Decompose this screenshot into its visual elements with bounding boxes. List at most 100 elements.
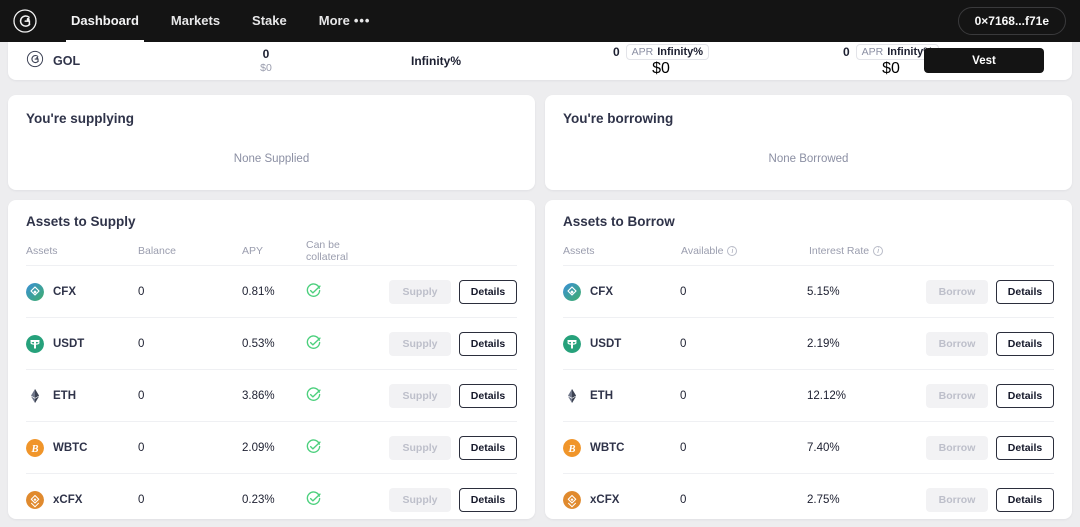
- cfx-token-icon: [26, 283, 44, 301]
- nav-item-label: Stake: [252, 13, 287, 28]
- gol-apr-usd: $0: [652, 60, 670, 78]
- wallet-address-button[interactable]: 0×7168...f71e: [958, 7, 1066, 35]
- gol-balance-cell: 0 $0: [206, 47, 326, 75]
- gol-apr-chip: APR Infinity%: [626, 44, 709, 60]
- nav-item-label: Markets: [171, 13, 220, 28]
- supply-details-button[interactable]: Details: [459, 384, 517, 408]
- borrow-asset-cell: xCFX: [563, 491, 680, 509]
- supply-asset-cell: CFX: [26, 283, 138, 301]
- assets-to-supply-card: Assets to Supply Assets Balance APY Can …: [8, 200, 535, 519]
- nav-item-more[interactable]: More •••: [303, 0, 387, 42]
- borrow-col-interest-rate-label: Interest Rate: [809, 245, 869, 257]
- svg-text:B: B: [30, 444, 38, 455]
- supply-balance-value: 0: [138, 494, 242, 506]
- supply-details-button[interactable]: Details: [459, 436, 517, 460]
- nav-item-label: More: [319, 13, 350, 28]
- supply-asset-label: xCFX: [53, 494, 82, 506]
- borrow-col-available-label: Available: [681, 245, 723, 257]
- borrow-asset-label: USDT: [590, 338, 621, 350]
- check-circle-icon: [306, 387, 321, 405]
- supply-asset-label: CFX: [53, 286, 76, 298]
- supply-asset-label: WBTC: [53, 442, 88, 454]
- wbtc-token-icon: B: [563, 439, 581, 457]
- supplying-card-title: You're supplying: [26, 111, 517, 126]
- supply-details-button[interactable]: Details: [459, 280, 517, 304]
- borrow-rate-value: 2.19%: [807, 338, 926, 350]
- supply-button[interactable]: Supply: [389, 280, 451, 304]
- supply-apy-value: 3.86%: [242, 390, 306, 402]
- apr-tag: APR: [632, 46, 654, 58]
- check-circle-icon: [306, 335, 321, 353]
- supply-details-button[interactable]: Details: [459, 332, 517, 356]
- collateral-cell: [306, 439, 378, 457]
- table-row: BWBTC07.40%BorrowDetails: [563, 421, 1054, 473]
- cfx-token-icon: [563, 283, 581, 301]
- info-icon[interactable]: i: [727, 246, 737, 256]
- table-row: xCFX02.75%BorrowDetails: [563, 473, 1054, 519]
- assets-to-borrow-card: Assets to Borrow Assets Available i Inte…: [545, 200, 1072, 519]
- borrow-button[interactable]: Borrow: [926, 436, 988, 460]
- borrowing-card-title: You're borrowing: [563, 111, 1054, 126]
- check-circle-icon: [306, 283, 321, 301]
- nav-item-markets[interactable]: Markets: [155, 0, 236, 42]
- borrow-details-button[interactable]: Details: [996, 332, 1054, 356]
- collateral-cell: [306, 387, 378, 405]
- supply-row-actions: Supply Details: [378, 332, 517, 356]
- borrow-row-actions: Borrow Details: [926, 332, 1054, 356]
- more-dots-icon: •••: [354, 13, 371, 28]
- borrow-available-value: 0: [680, 338, 807, 350]
- supply-col-collateral: Can be collateral: [306, 239, 378, 263]
- table-row: CFX05.15%BorrowDetails: [563, 265, 1054, 317]
- borrow-button[interactable]: Borrow: [926, 384, 988, 408]
- gol-token-label: GOL: [53, 54, 80, 68]
- gol-apr-group-1: 0 APR Infinity% $0: [546, 44, 776, 78]
- vest-button[interactable]: Vest: [924, 48, 1044, 73]
- nav-item-stake[interactable]: Stake: [236, 0, 303, 42]
- supply-button[interactable]: Supply: [389, 384, 451, 408]
- supplying-empty-message: None Supplied: [8, 153, 535, 165]
- borrow-details-button[interactable]: Details: [996, 384, 1054, 408]
- supplying-summary-card: You're supplying None Supplied: [8, 95, 535, 190]
- summary-cards-row: You're supplying None Supplied You're bo…: [8, 95, 1072, 190]
- wbtc-token-icon: B: [26, 439, 44, 457]
- supply-button[interactable]: Supply: [389, 436, 451, 460]
- borrow-details-button[interactable]: Details: [996, 488, 1054, 512]
- asset-tables-row: Assets to Supply Assets Balance APY Can …: [8, 200, 1072, 519]
- borrow-button[interactable]: Borrow: [926, 280, 988, 304]
- svg-text:B: B: [567, 444, 575, 455]
- borrow-button[interactable]: Borrow: [926, 332, 988, 356]
- xcfx-token-icon: [563, 491, 581, 509]
- gol-apr-usd: $0: [882, 60, 900, 78]
- gol-apr-amount: 0: [613, 45, 620, 59]
- supply-apy-value: 2.09%: [242, 442, 306, 454]
- info-icon[interactable]: i: [873, 246, 883, 256]
- borrow-available-value: 0: [680, 390, 807, 402]
- assets-to-supply-title: Assets to Supply: [26, 214, 517, 229]
- borrowing-summary-card: You're borrowing None Borrowed: [545, 95, 1072, 190]
- goledo-token-icon: [26, 50, 44, 73]
- borrow-button[interactable]: Borrow: [926, 488, 988, 512]
- table-row: ETH03.86%SupplyDetails: [26, 369, 517, 421]
- wallet-address-label: 0×7168...f71e: [975, 14, 1049, 28]
- borrow-asset-cell: USDT: [563, 335, 680, 353]
- borrow-details-button[interactable]: Details: [996, 280, 1054, 304]
- supply-table-body: CFX00.81%SupplyDetailsUSDT00.53%SupplyDe…: [26, 265, 517, 519]
- nav-item-dashboard[interactable]: Dashboard: [55, 0, 155, 42]
- supply-asset-cell: B WBTC: [26, 439, 138, 457]
- borrow-table-body: CFX05.15%BorrowDetailsUSDT02.19%BorrowDe…: [563, 265, 1054, 519]
- gol-percent-cell: Infinity%: [326, 54, 546, 68]
- borrow-asset-cell: BWBTC: [563, 439, 680, 457]
- supply-button[interactable]: Supply: [389, 332, 451, 356]
- supply-details-button[interactable]: Details: [459, 488, 517, 512]
- goledo-logo-icon[interactable]: [12, 8, 38, 34]
- supply-button[interactable]: Supply: [389, 488, 451, 512]
- supply-asset-label: ETH: [53, 390, 76, 402]
- supply-apy-value: 0.53%: [242, 338, 306, 350]
- borrow-row-actions: Borrow Details: [926, 488, 1054, 512]
- borrow-details-button[interactable]: Details: [996, 436, 1054, 460]
- supply-asset-cell: xCFX: [26, 491, 138, 509]
- apr-tag: APR: [862, 46, 884, 58]
- table-row: USDT 02.19%Borrow Details: [563, 317, 1054, 369]
- table-row: USDT00.53%SupplyDetails: [26, 317, 517, 369]
- borrow-row-actions: Borrow Details: [926, 436, 1054, 460]
